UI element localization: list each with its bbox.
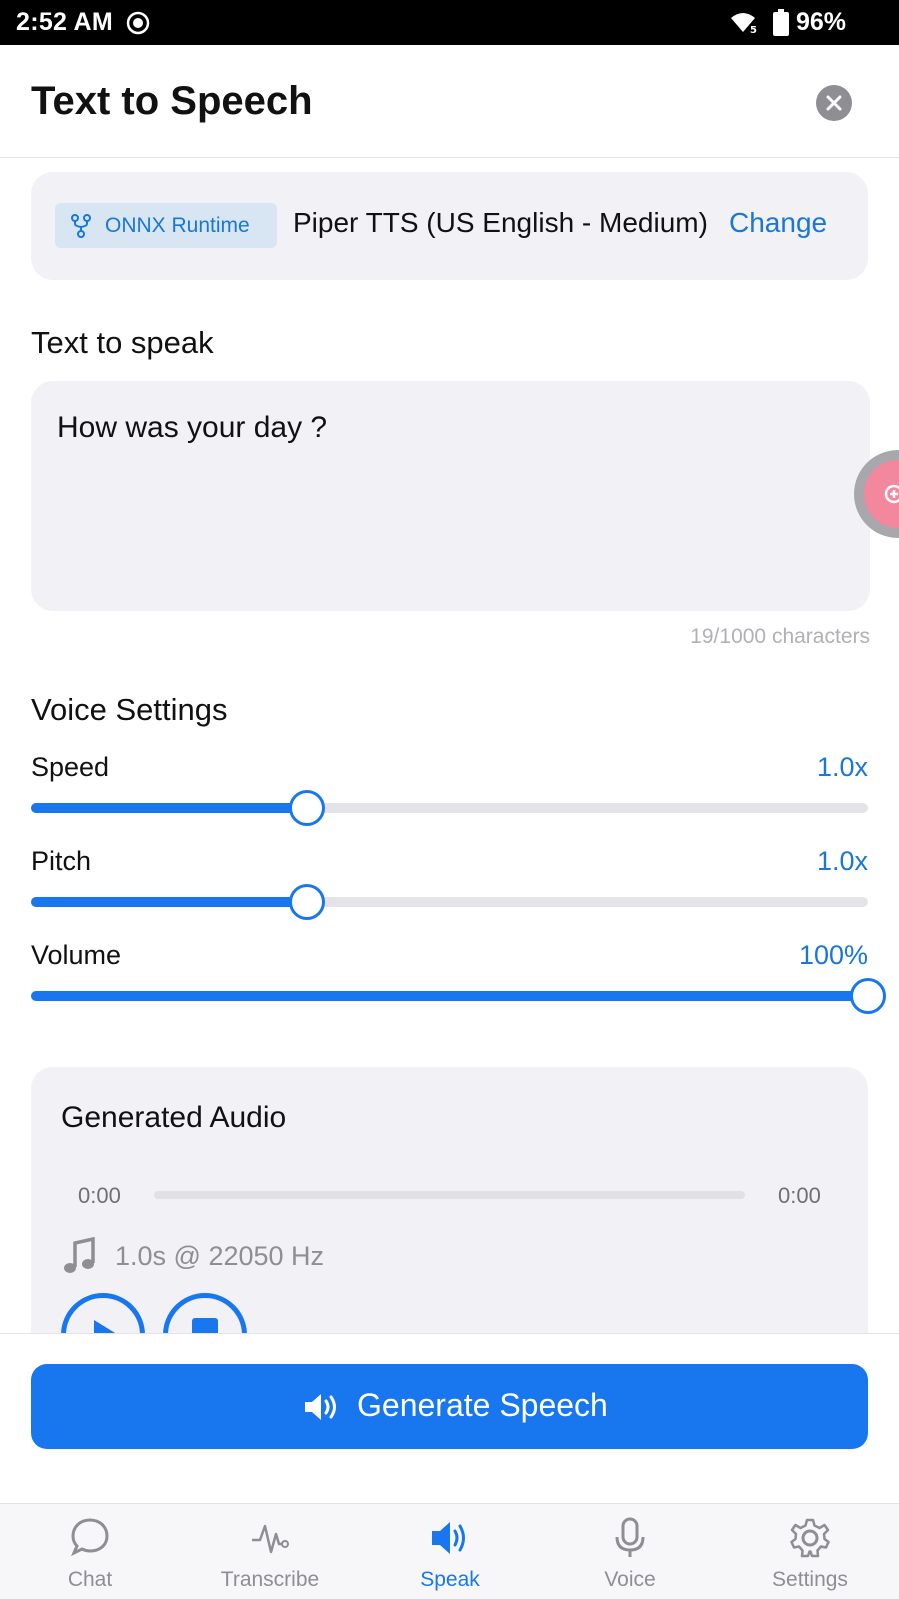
- tab-voice-label: Voice: [604, 1568, 656, 1591]
- music-note-icon: [64, 1237, 95, 1273]
- plus-circle-icon: [884, 484, 899, 504]
- voice-settings-label: Voice Settings: [31, 692, 228, 727]
- speed-label: Speed: [31, 752, 110, 782]
- microphone-icon: [615, 1517, 645, 1557]
- generate-speech-button[interactable]: Generate Speech: [31, 1364, 868, 1449]
- speaker-icon: [432, 1522, 465, 1554]
- generated-audio-card: Generated Audio 0:00 0:00 1.0s @ 22050 H…: [31, 1067, 868, 1333]
- wifi-icon: 5: [731, 13, 757, 35]
- generated-audio-title: Generated Audio: [61, 1101, 287, 1134]
- speaker-icon: [305, 1394, 336, 1420]
- speed-slider-fill: [31, 803, 308, 813]
- action-area: Generate Speech: [0, 1333, 899, 1503]
- speed-slider[interactable]: [31, 788, 868, 828]
- volume-slider[interactable]: [31, 976, 886, 1016]
- change-engine-button[interactable]: Change: [729, 207, 827, 239]
- character-count: 19/1000 characters: [690, 625, 870, 648]
- engine-card: ONNX Runtime Piper TTS (US English - Med…: [31, 172, 868, 280]
- tab-settings-label: Settings: [772, 1568, 848, 1591]
- page-title: Text to Speech: [31, 79, 313, 123]
- tab-transcribe-label: Transcribe: [220, 1568, 320, 1591]
- svg-text:5: 5: [750, 25, 757, 35]
- tab-chat[interactable]: Chat: [0, 1504, 180, 1599]
- tab-chat-label: Chat: [67, 1568, 113, 1591]
- battery-icon: [773, 9, 789, 36]
- volume-slider-fill: [31, 991, 868, 1001]
- text-input[interactable]: How was your day ?: [31, 381, 870, 611]
- recording-icon: [126, 11, 150, 35]
- audio-meta: 1.0s @ 22050 Hz: [115, 1241, 325, 1271]
- engine-model-name: Piper TTS (US English - Medium): [293, 207, 708, 238]
- play-button[interactable]: [61, 1293, 145, 1333]
- header: Text to Speech: [0, 45, 899, 158]
- pitch-label: Pitch: [31, 846, 92, 876]
- tab-transcribe[interactable]: Transcribe: [180, 1504, 360, 1599]
- volume-label: Volume: [31, 940, 122, 970]
- play-icon: [94, 1320, 116, 1333]
- tab-voice[interactable]: Voice: [540, 1504, 720, 1599]
- branch-icon: [71, 214, 91, 238]
- chat-bubble-icon: [71, 1518, 109, 1557]
- audio-time-end: 0:00: [778, 1183, 821, 1208]
- battery-percent: 96%: [796, 8, 847, 36]
- text-to-speak-label: Text to speak: [31, 325, 214, 360]
- stop-icon: [192, 1318, 218, 1333]
- tab-speak-label: Speak: [420, 1568, 480, 1591]
- close-button[interactable]: [816, 85, 852, 121]
- pitch-value: 1.0x: [816, 846, 868, 876]
- audio-time-start: 0:00: [78, 1183, 121, 1208]
- pitch-slider-thumb[interactable]: [289, 884, 326, 920]
- status-time: 2:52 AM: [16, 8, 114, 36]
- gear-icon: [790, 1518, 830, 1558]
- status-bar: 2:52 AM 5 96%: [0, 0, 899, 45]
- tab-bar: Chat Transcribe Speak Voice Settings: [0, 1503, 899, 1599]
- stop-button[interactable]: [163, 1293, 247, 1333]
- volume-slider-thumb[interactable]: [850, 978, 886, 1014]
- pitch-slider-fill: [31, 897, 308, 907]
- engine-badge-label: ONNX Runtime: [105, 214, 250, 237]
- pitch-slider[interactable]: [31, 882, 868, 922]
- tab-speak[interactable]: Speak: [360, 1504, 540, 1599]
- speed-value: 1.0x: [816, 752, 868, 782]
- screen: 2:52 AM 5 96% Text to Speech ONNX Runtim…: [0, 0, 899, 1599]
- audio-progress-bar[interactable]: [154, 1191, 745, 1199]
- waveform-icon: [252, 1524, 289, 1554]
- text-input-value: How was your day ?: [57, 411, 328, 444]
- engine-badge: ONNX Runtime: [55, 203, 277, 248]
- speed-slider-thumb[interactable]: [289, 790, 326, 826]
- generate-speech-label: Generate Speech: [357, 1387, 608, 1423]
- tab-settings[interactable]: Settings: [720, 1504, 899, 1599]
- volume-value: 100%: [798, 940, 868, 970]
- close-icon: [826, 95, 842, 111]
